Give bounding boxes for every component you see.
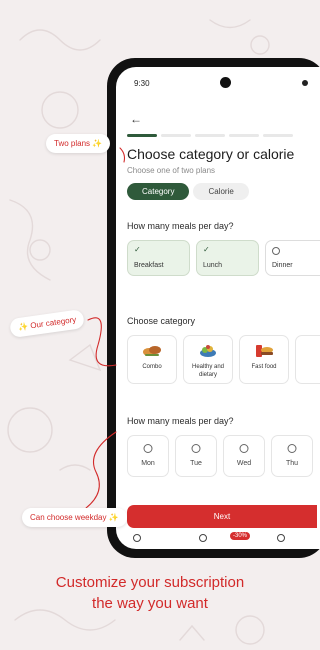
category-option-fast-food[interactable]: Fast food bbox=[239, 335, 289, 384]
meal-option-label: Lunch bbox=[203, 262, 223, 269]
callout-label: Two plans bbox=[54, 139, 91, 148]
camera-cutout bbox=[220, 77, 231, 88]
category-option-label: Combo bbox=[142, 364, 162, 370]
weekday-option-tue[interactable]: Tue bbox=[175, 435, 217, 477]
check-icon: ✓ bbox=[203, 245, 210, 254]
meal-option-breakfast[interactable]: ✓ Breakfast bbox=[127, 240, 190, 276]
next-button[interactable]: Next bbox=[127, 505, 317, 528]
meal-option-dinner[interactable]: Dinner bbox=[265, 240, 320, 276]
phone-screen: 9:30 ← Choose category or calorie Choose… bbox=[116, 67, 320, 549]
weekday-option-mon[interactable]: Mon bbox=[127, 435, 169, 477]
radio-circle-icon bbox=[272, 247, 280, 255]
combo-food-icon bbox=[143, 346, 161, 356]
meal-option-lunch[interactable]: ✓ Lunch bbox=[196, 240, 259, 276]
step-progress bbox=[127, 134, 293, 137]
radio-circle-icon bbox=[143, 444, 153, 453]
callout-label: Can choose weekday bbox=[30, 513, 107, 522]
weekday-label: Mon bbox=[141, 460, 155, 467]
caption-line-2: the way you want bbox=[92, 595, 208, 612]
radio-circle-icon bbox=[287, 444, 297, 453]
meals-options: ✓ Breakfast ✓ Lunch Dinner bbox=[127, 240, 320, 276]
page-title: Choose category or calorie bbox=[127, 146, 295, 162]
radio-circle-icon bbox=[191, 444, 201, 453]
days-section-label: How many meals per day? bbox=[127, 416, 234, 426]
meal-option-label: Dinner bbox=[272, 262, 293, 269]
category-option-healthy[interactable]: Healthy and dietary bbox=[183, 335, 233, 384]
category-option-label: Fast food bbox=[251, 364, 277, 370]
fast-food-icon bbox=[256, 345, 273, 357]
meal-option-label: Breakfast bbox=[134, 262, 164, 269]
progress-step bbox=[229, 134, 259, 137]
weekday-option-wed[interactable]: Wed bbox=[223, 435, 265, 477]
progress-step bbox=[195, 134, 225, 137]
progress-step bbox=[161, 134, 191, 137]
calorie-plan-button[interactable]: Calorie bbox=[193, 183, 249, 200]
status-icon bbox=[302, 80, 308, 86]
weekday-label: Thu bbox=[285, 460, 299, 467]
weekday-options: Mon Tue Wed Thu bbox=[127, 435, 313, 477]
status-time: 9:30 bbox=[134, 79, 150, 88]
page-subtitle: Choose one of two plans bbox=[127, 166, 216, 175]
progress-step-done bbox=[127, 134, 157, 137]
weekday-label: Tue bbox=[190, 460, 202, 467]
sparkle-icon: ✨ bbox=[108, 513, 119, 522]
callout-label: Our category bbox=[29, 314, 77, 331]
radio-circle-icon bbox=[239, 444, 249, 453]
check-icon: ✓ bbox=[134, 245, 141, 254]
category-option-label: Healthy and dietary bbox=[191, 364, 225, 378]
progress-step bbox=[263, 134, 293, 137]
category-options: Combo Healthy and dietary Fast food bbox=[127, 335, 320, 384]
category-option-combo[interactable]: Combo bbox=[127, 335, 177, 384]
bottom-strip: -30% bbox=[127, 531, 317, 545]
radio-circle-icon[interactable] bbox=[199, 534, 207, 542]
category-plan-button[interactable]: Category bbox=[127, 183, 190, 200]
callout-two-plans: Two plans ✨ bbox=[46, 134, 111, 153]
discount-badge: -30% bbox=[230, 532, 251, 540]
back-arrow-icon[interactable]: ← bbox=[130, 113, 142, 125]
meals-section-label: How many meals per day? bbox=[127, 221, 234, 231]
healthy-food-icon bbox=[200, 345, 216, 357]
category-option-more[interactable] bbox=[295, 335, 320, 384]
sparkle-icon: ✨ bbox=[92, 139, 103, 148]
callout-weekday: Can choose weekday ✨ bbox=[22, 508, 127, 527]
callout-our-category: ✨ Our category bbox=[9, 308, 86, 339]
phone-frame: 9:30 ← Choose category or calorie Choose… bbox=[107, 58, 320, 558]
sparkle-icon: ✨ bbox=[17, 321, 29, 333]
plan-toggle: Category Calorie bbox=[127, 183, 249, 200]
weekday-option-thu[interactable]: Thu bbox=[271, 435, 313, 477]
weekday-label: Wed bbox=[236, 460, 252, 467]
radio-circle-icon[interactable] bbox=[133, 534, 141, 542]
category-section-label: Choose category bbox=[127, 316, 196, 326]
radio-circle-icon[interactable] bbox=[277, 534, 285, 542]
caption-line-1: Customize your subscription bbox=[55, 574, 245, 591]
